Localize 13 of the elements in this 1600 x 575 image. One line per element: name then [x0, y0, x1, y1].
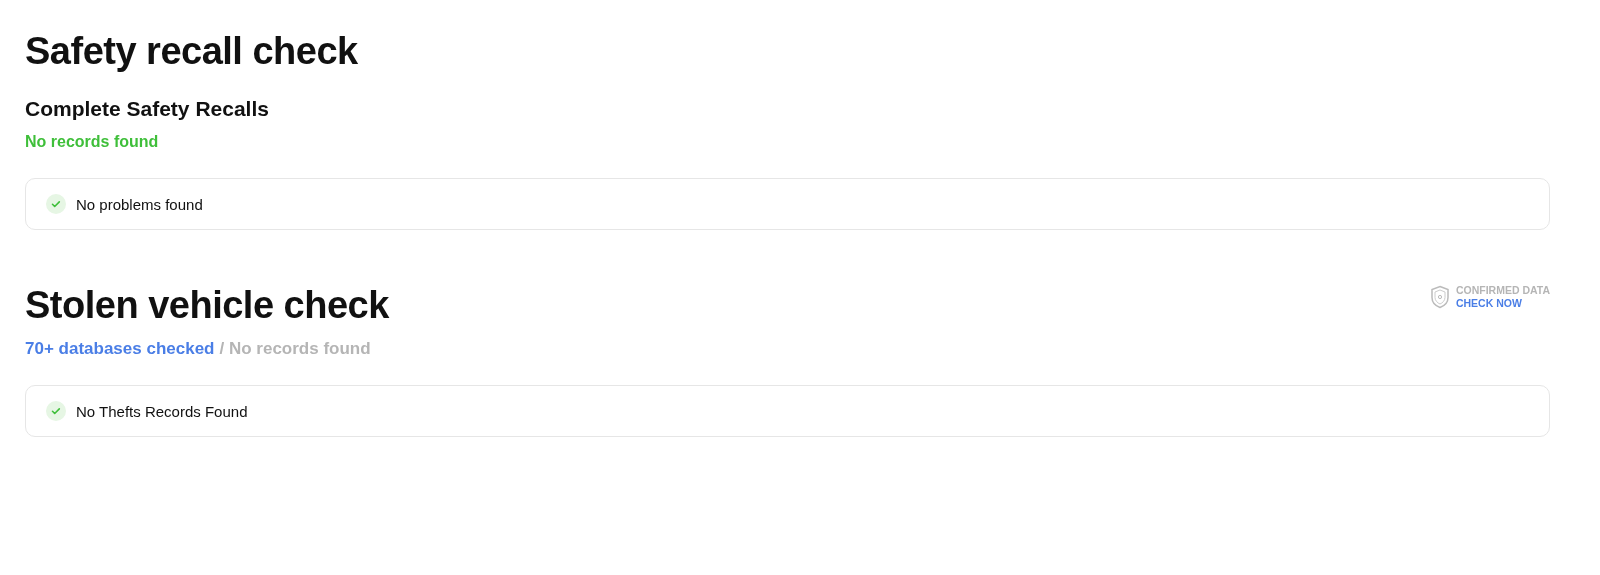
check-now-link[interactable]: CHECK NOW [1455, 297, 1550, 310]
check-icon [46, 194, 66, 214]
section-title: Stolen vehicle check [25, 284, 389, 327]
section-title: Safety recall check [25, 30, 358, 73]
check-icon [46, 401, 66, 421]
status-text: No records found [25, 133, 159, 151]
result-text: No problems found [76, 195, 203, 213]
shield-icon [1429, 285, 1450, 309]
databases-link[interactable]: 70+ databases checked [25, 339, 215, 359]
section-subtitle: Complete Safety Recalls [25, 97, 270, 121]
result-text: No Thefts Records Found [76, 402, 248, 420]
status-text: / No records found [219, 339, 371, 359]
badge-label: CONFIRMED DATA [1455, 284, 1550, 297]
